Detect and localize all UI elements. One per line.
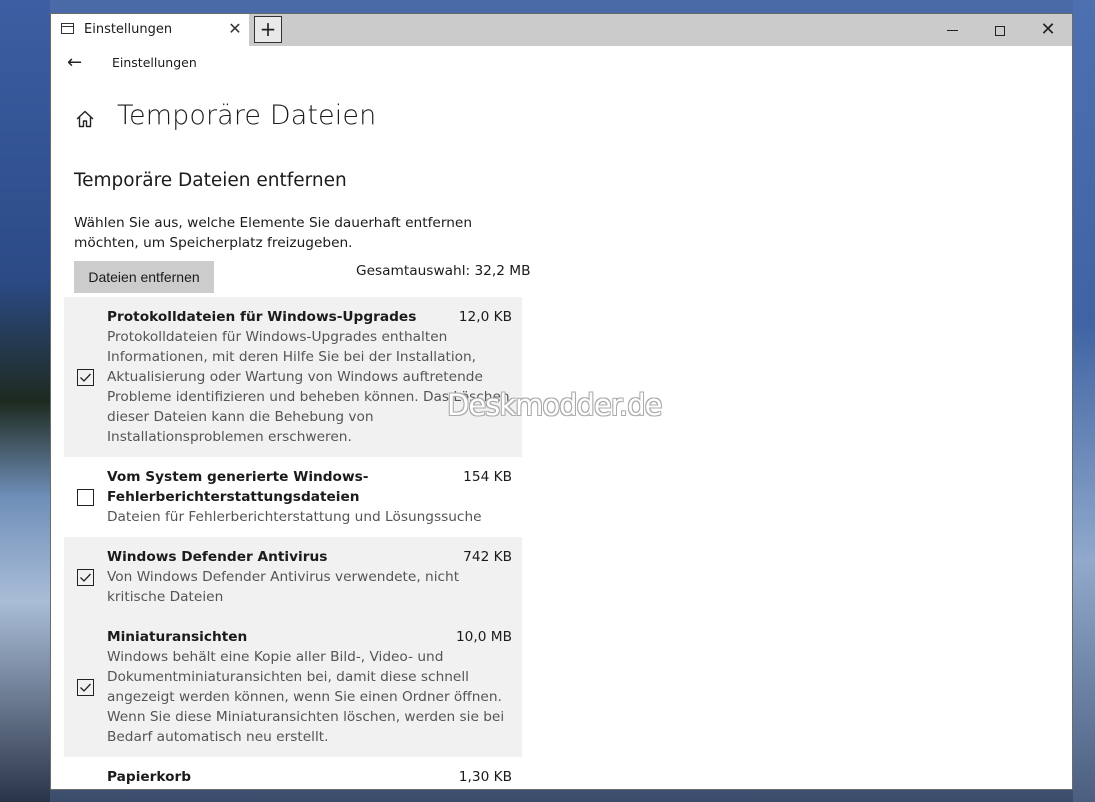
back-arrow-icon[interactable]: ←	[67, 52, 82, 73]
list-item-error-reports[interactable]: Vom System generierte Windows-Fehlerberi…	[64, 457, 522, 537]
desktop-wallpaper-right	[1073, 0, 1095, 802]
close-button[interactable]: ✕	[1024, 14, 1072, 46]
tab-close-icon[interactable]: ✕	[227, 20, 243, 38]
minimize-button[interactable]	[928, 14, 976, 46]
checkmark-icon	[80, 373, 91, 382]
checkbox-defender[interactable]	[77, 569, 94, 586]
item-size: 10,0 MB	[455, 629, 512, 645]
item-description: Protokolldateien für Windows-Upgrades en…	[107, 329, 510, 445]
total-selection: Gesamtauswahl: 32,2 MB	[356, 263, 531, 279]
new-tab-button[interactable]: +	[254, 16, 282, 43]
item-title: Vom System generierte Windows-Fehlerberi…	[107, 469, 369, 505]
title-bar: Einstellungen ✕ + ✕	[51, 14, 1072, 46]
maximize-icon	[995, 25, 1005, 36]
checkmark-icon	[80, 573, 91, 582]
breadcrumb: Einstellungen	[112, 55, 197, 70]
page-title: Temporäre Dateien	[117, 100, 377, 131]
list-item-recycle-bin[interactable]: Papierkorb 1,30 KB	[64, 757, 522, 789]
window-app-icon	[61, 23, 74, 34]
item-size: 742 KB	[463, 549, 512, 565]
list-item-defender[interactable]: Windows Defender Antivirus 742 KB Von Wi…	[64, 537, 522, 617]
item-title: Protokolldateien für Windows-Upgrades	[107, 309, 417, 325]
section-title: Temporäre Dateien entfernen	[74, 170, 347, 191]
item-size: 1,30 KB	[458, 769, 512, 785]
item-description: Von Windows Defender Antivirus verwendet…	[107, 569, 460, 605]
item-description: Dateien für Fehlerberichterstattung und …	[107, 509, 482, 525]
item-title: Papierkorb	[107, 769, 192, 785]
checkbox-thumbnails[interactable]	[77, 679, 94, 696]
checkmark-icon	[80, 683, 91, 692]
desktop-wallpaper-left	[0, 0, 50, 802]
tab-settings[interactable]: Einstellungen ✕	[51, 14, 249, 46]
item-title: Windows Defender Antivirus	[107, 549, 328, 565]
tab-title: Einstellungen	[84, 22, 173, 37]
remove-files-button[interactable]: Dateien entfernen	[74, 261, 214, 293]
item-size: 12,0 KB	[458, 309, 512, 325]
item-size: 154 KB	[463, 469, 512, 485]
watermark: Deskmodder.de	[447, 388, 662, 422]
item-description: Windows behält eine Kopie aller Bild-, V…	[107, 649, 505, 745]
home-icon[interactable]	[75, 110, 95, 128]
checkbox-error-reports[interactable]	[77, 489, 94, 506]
item-title: Miniaturansichten	[107, 629, 248, 645]
maximize-button[interactable]	[976, 14, 1024, 46]
section-description: Wählen Sie aus, welche Elemente Sie daue…	[74, 215, 472, 251]
checkbox-upgrade-logs[interactable]	[77, 369, 94, 386]
list-item-thumbnails[interactable]: Miniaturansichten 10,0 MB Windows behält…	[64, 617, 522, 757]
list-item-upgrade-logs[interactable]: Protokolldateien für Windows-Upgrades 12…	[64, 297, 522, 457]
minimize-icon	[946, 30, 958, 31]
settings-window: Einstellungen ✕ + ✕ ← Einstellungen Temp…	[50, 13, 1073, 790]
